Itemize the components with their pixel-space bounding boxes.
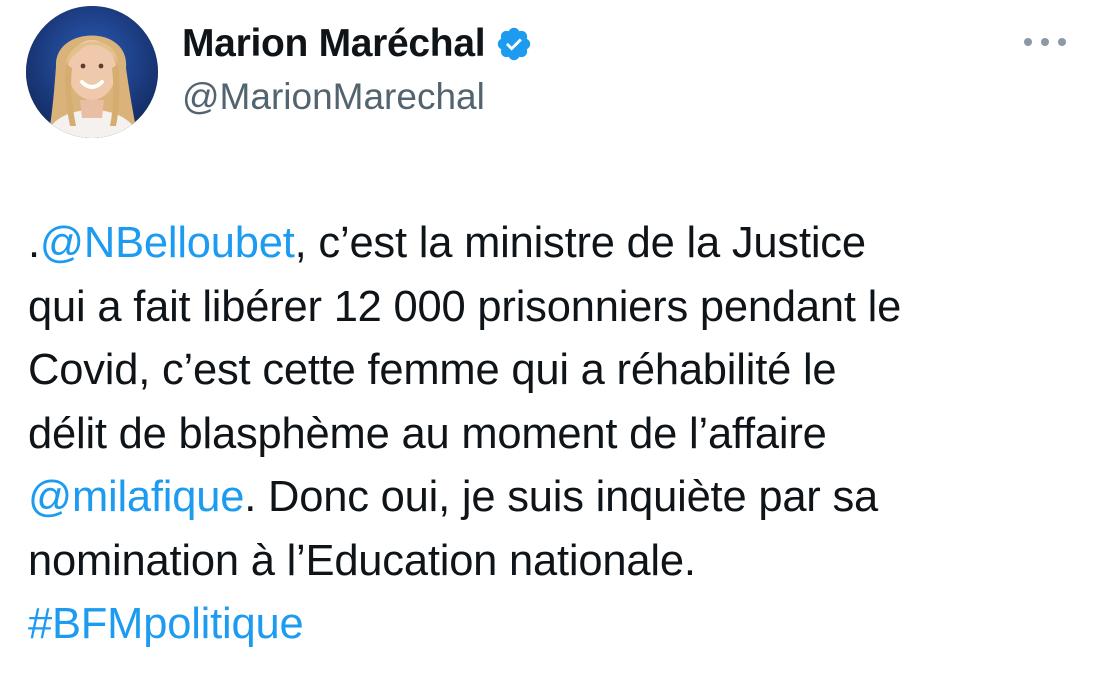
tweet-line-4: délit de blasphème au moment de l’affair… [28,409,827,458]
tweet-card: Marion Maréchal @MarionMarechal .@NBello… [0,0,1095,700]
author-handle[interactable]: @MarionMarechal [182,76,485,118]
ellipsis-dot [1041,38,1049,46]
author-name-row[interactable]: Marion Maréchal [182,18,533,70]
line-text: . Donc oui, je suis inquiète par sa [244,473,879,521]
line-text: , c’est la ministre de la Justice [294,219,866,267]
mention-link-milafique[interactable]: @milafique [28,473,244,521]
tweet-line-1: .@NBelloubet, c’est la ministre de la Ju… [28,212,1078,276]
avatar-photo-icon [26,6,158,138]
ellipsis-dot [1024,38,1032,46]
tweet-line-2: qui a fait libérer 12 000 prisonniers pe… [28,282,902,331]
tweet-line-7: #BFMpolitique [28,593,1078,657]
more-options-button[interactable] [1024,30,1066,54]
tweet-text: .@NBelloubet, c’est la ministre de la Ju… [28,212,1078,657]
tweet-line-5: @milafique. Donc oui, je suis inquiète p… [28,466,1078,530]
hashtag-link-bfmpolitique[interactable]: #BFMpolitique [28,600,304,648]
author-display-name[interactable]: Marion Maréchal [182,22,486,66]
verified-badge-icon [495,25,533,63]
tweet-line-3: Covid, c’est cette femme qui a réhabilit… [28,346,837,394]
tweet-line-6: nomination à l’Education nationale. [28,536,696,585]
line-prefix: . [28,219,40,267]
mention-link-nbelloubet[interactable]: @NBelloubet [40,219,295,267]
author-avatar[interactable] [26,6,158,138]
ellipsis-dot [1058,38,1066,46]
